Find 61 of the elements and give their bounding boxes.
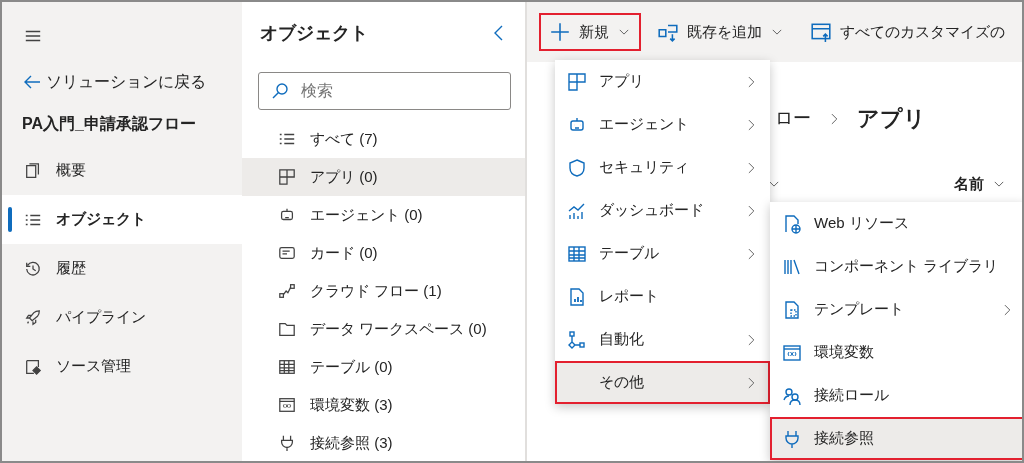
object-item[interactable]: クラウド フロー (1) bbox=[242, 272, 525, 310]
menu-item[interactable]: 環境変数 bbox=[770, 331, 1022, 374]
page-title: アプリ bbox=[857, 105, 926, 133]
object-item[interactable]: 接続参照 (3) bbox=[242, 424, 525, 461]
nav-item[interactable]: オブジェクト bbox=[2, 195, 242, 244]
menu-item[interactable]: その他 bbox=[555, 361, 770, 404]
rocket-icon bbox=[24, 308, 42, 327]
nav-item[interactable]: 履歴 bbox=[2, 244, 242, 293]
object-item[interactable]: 環境変数 (3) bbox=[242, 386, 525, 424]
grid-icon bbox=[567, 71, 587, 92]
object-item[interactable]: アプリ (0) bbox=[242, 158, 525, 196]
source-control-icon bbox=[24, 357, 42, 376]
toolbar-button[interactable]: 新規 bbox=[539, 12, 641, 52]
menu-item[interactable]: アプリ bbox=[555, 60, 770, 103]
nav-item[interactable]: パイプライン bbox=[2, 293, 242, 342]
toolbar-button[interactable]: 既存を追加 bbox=[647, 12, 794, 52]
column-header[interactable]: 名前 bbox=[954, 173, 1006, 196]
menu-item[interactable]: エージェント bbox=[555, 103, 770, 146]
menu-item[interactable]: テンプレート bbox=[770, 288, 1022, 331]
document-icon bbox=[24, 161, 42, 180]
card-icon bbox=[278, 244, 296, 262]
object-item[interactable]: すべて (7) bbox=[242, 120, 525, 158]
back-link[interactable]: ソリューションに戻る bbox=[2, 62, 242, 94]
variable-icon bbox=[782, 342, 802, 363]
table-icon bbox=[567, 243, 587, 264]
menu-item[interactable]: コンポーネント ライブラリ bbox=[770, 245, 1022, 288]
history-icon bbox=[24, 259, 42, 278]
breadcrumb-link[interactable]: ロー bbox=[775, 105, 811, 132]
object-item[interactable]: テーブル (0) bbox=[242, 348, 525, 386]
plus-icon bbox=[549, 21, 571, 43]
web-document-icon bbox=[782, 213, 802, 234]
workflow-icon bbox=[567, 329, 587, 350]
menu-item[interactable]: レポート bbox=[555, 275, 770, 318]
object-item[interactable]: カード (0) bbox=[242, 234, 525, 272]
shield-icon bbox=[567, 157, 587, 178]
template-icon bbox=[782, 299, 802, 320]
menu-item[interactable]: 接続ロール bbox=[770, 374, 1022, 417]
toolbar-button[interactable]: すべてのカスタマイズの bbox=[800, 12, 1015, 52]
plug-icon bbox=[278, 434, 296, 452]
folder-icon bbox=[278, 320, 296, 338]
plug-icon bbox=[782, 428, 802, 449]
menu-item[interactable]: 接続参照 bbox=[770, 417, 1022, 460]
menu-item[interactable]: Web リソース bbox=[770, 202, 1022, 245]
object-item[interactable]: エージェント (0) bbox=[242, 196, 525, 234]
table-icon bbox=[278, 358, 296, 376]
search-icon bbox=[270, 81, 290, 101]
grid-icon bbox=[278, 168, 296, 186]
report-icon bbox=[567, 286, 587, 307]
nav-item[interactable]: 概要 bbox=[2, 146, 242, 195]
search-field[interactable]: 検索 bbox=[258, 72, 511, 110]
menu-item[interactable]: 自動化 bbox=[555, 318, 770, 361]
solution-name: PA入門_申請承認フロー bbox=[21, 114, 197, 134]
variable-icon bbox=[278, 396, 296, 414]
panel-title: オブジェクト bbox=[260, 21, 368, 45]
flow-icon bbox=[278, 282, 296, 300]
menu-item[interactable]: セキュリティ bbox=[555, 146, 770, 189]
nav-item[interactable]: ソース管理 bbox=[2, 342, 242, 391]
menu-item[interactable]: テーブル bbox=[555, 232, 770, 275]
menu-item[interactable]: ダッシュボード bbox=[555, 189, 770, 232]
people-icon bbox=[782, 385, 802, 406]
object-item[interactable]: データ ワークスペース (0) bbox=[242, 310, 525, 348]
